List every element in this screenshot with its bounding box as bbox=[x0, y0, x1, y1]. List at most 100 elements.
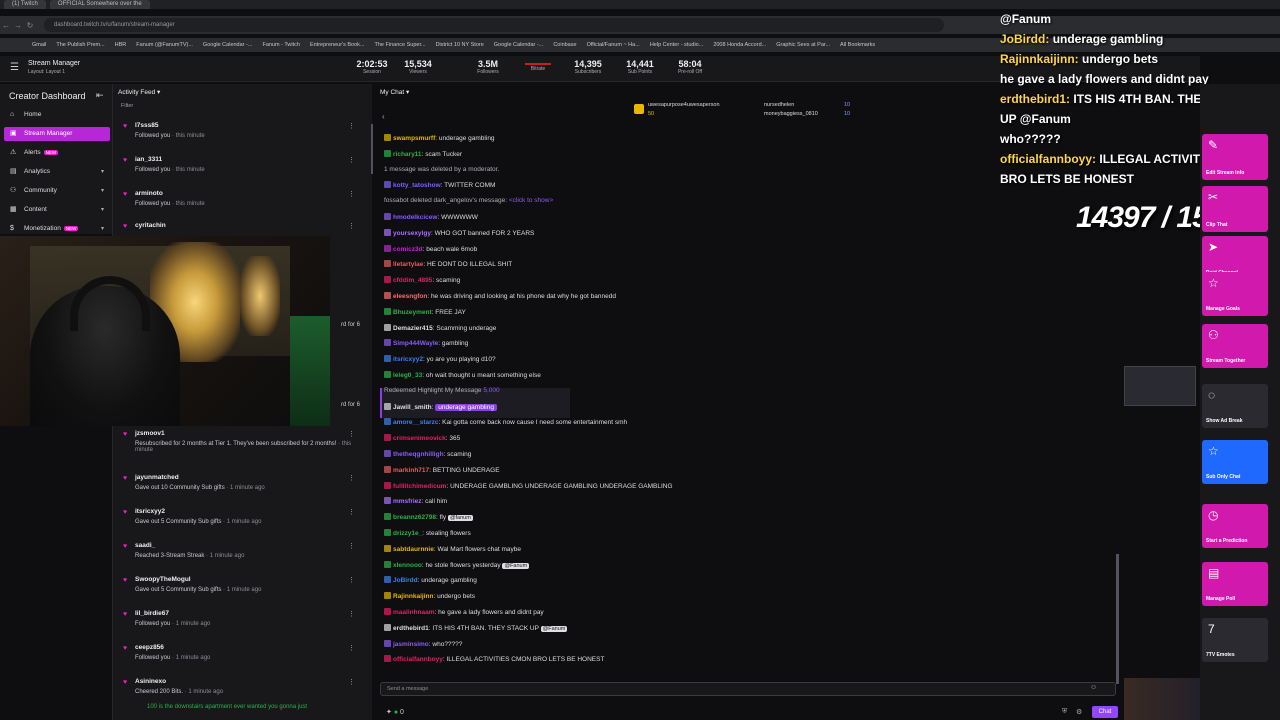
activity-feed-title[interactable]: Activity Feed ▾ bbox=[118, 88, 160, 96]
chat-username[interactable]: erdthebird1 bbox=[393, 625, 429, 632]
chat-username[interactable]: fulllitchimedicum bbox=[393, 483, 446, 490]
activity-user[interactable]: arminoto bbox=[135, 190, 163, 197]
activity-item[interactable]: ♥ arminoto Followed you · this minute ⋮ bbox=[113, 190, 371, 222]
activity-item[interactable]: ♥ lil_birdie67 Followed you · 1 minute ago… bbox=[113, 610, 371, 642]
back-icon[interactable]: ← bbox=[0, 21, 12, 30]
reload-icon[interactable]: ↻ bbox=[24, 21, 36, 30]
nav-item-alerts[interactable]: ⚠ Alerts NEW bbox=[4, 146, 110, 160]
chat-username[interactable]: jasminsimo bbox=[393, 641, 429, 648]
more-options-icon[interactable]: ⋮ bbox=[348, 122, 355, 130]
nav-item-community[interactable]: ⚇ Community ▾ bbox=[4, 184, 110, 198]
chat-title[interactable]: My Chat ▾ bbox=[380, 88, 409, 96]
chat-username[interactable]: leleg0_33 bbox=[393, 372, 422, 379]
more-options-icon[interactable]: ⋮ bbox=[348, 610, 355, 618]
bookmark-item[interactable]: District 10 NY Store bbox=[436, 42, 484, 48]
activity-user[interactable]: ceepz856 bbox=[135, 644, 164, 651]
bookmark-item[interactable]: All Bookmarks bbox=[840, 42, 875, 48]
activity-user[interactable]: Asininexo bbox=[135, 678, 166, 685]
chat-scrollbar[interactable] bbox=[1116, 554, 1119, 684]
activity-user[interactable]: jzsmoov1 bbox=[135, 430, 165, 437]
chat-username[interactable]: crimsenimeovick bbox=[393, 435, 446, 442]
activity-item[interactable]: ♥ ian_3311 Followed you · this minute ⋮ bbox=[113, 156, 371, 188]
activity-user[interactable]: itsricxyy2 bbox=[135, 508, 165, 515]
activity-user[interactable]: SwoopyTheMogul bbox=[135, 576, 191, 583]
activity-item[interactable]: ♥ SwoopyTheMogul Gave out 5 Community Sub … bbox=[113, 576, 371, 608]
chat-username[interactable]: swampsmurff bbox=[393, 135, 435, 142]
activity-user[interactable]: cyritachin bbox=[135, 222, 166, 229]
bookmark-item[interactable]: Entrepreneur's Book... bbox=[310, 42, 365, 48]
chat-username[interactable]: markinh717 bbox=[393, 467, 429, 474]
quick-action-show-ad-break[interactable]: ◌ Show Ad Break bbox=[1202, 384, 1268, 428]
chat-username[interactable]: JoBirdd bbox=[393, 577, 418, 584]
activity-item[interactable]: ♥ jzsmoov1 Resubscribed for 2 months at Ti… bbox=[113, 430, 371, 462]
menu-icon[interactable]: ☰ bbox=[10, 62, 19, 73]
bookmark-item[interactable]: The Finance Super... bbox=[375, 42, 426, 48]
bookmark-item[interactable]: 2008 Honda Accord... bbox=[713, 42, 766, 48]
settings-icon[interactable]: ⚙ bbox=[1076, 708, 1082, 716]
more-options-icon[interactable]: ⋮ bbox=[348, 576, 355, 584]
more-options-icon[interactable]: ⋮ bbox=[348, 430, 355, 438]
bookmark-item[interactable]: Coinbase bbox=[553, 42, 576, 48]
chat-username[interactable]: drizzy1e_ bbox=[393, 530, 422, 537]
quick-action-manage-goals[interactable]: ☆ Manage Goals bbox=[1202, 272, 1268, 316]
more-options-icon[interactable]: ⋮ bbox=[348, 508, 355, 516]
quick-action-clip-that[interactable]: ✂ Clip That bbox=[1202, 186, 1268, 232]
quick-action-sub-only-chat[interactable]: ☆ Sub Only Chat bbox=[1202, 440, 1268, 484]
bookmark-item[interactable]: Gmail bbox=[32, 42, 46, 48]
bookmark-item[interactable]: Official/Fanum ~ Ha... bbox=[587, 42, 640, 48]
more-options-icon[interactable]: ⋮ bbox=[348, 190, 355, 198]
chat-username[interactable]: Simp444Wayle bbox=[393, 340, 438, 347]
chat-username[interactable]: xlennooo bbox=[393, 562, 422, 569]
chat-username[interactable]: Bhuzeyment bbox=[393, 309, 432, 316]
chat-username[interactable]: comicz3d bbox=[393, 246, 423, 253]
bookmark-item[interactable]: Google Calendar -... bbox=[494, 42, 544, 48]
chat-username[interactable]: kotty_tatoshow bbox=[393, 182, 441, 189]
stream-preview-thumbnail[interactable] bbox=[1124, 366, 1196, 406]
chat-username[interactable]: breannz62798 bbox=[393, 514, 436, 521]
chat-username[interactable]: mmsfriez bbox=[393, 498, 422, 505]
quick-action-7tv-emotes[interactable]: 7 7TV Emotes bbox=[1202, 618, 1268, 662]
bookmark-item[interactable]: Graphic Sees at Par... bbox=[776, 42, 830, 48]
nav-item-analytics[interactable]: ▤ Analytics ▾ bbox=[4, 165, 110, 179]
chat-username[interactable]: officialfannboyy bbox=[393, 656, 443, 663]
activity-user[interactable]: lil_birdie67 bbox=[135, 610, 169, 617]
chat-username[interactable]: maalinhnaam bbox=[393, 609, 435, 616]
activity-item[interactable]: ♥ l7sss85 Followed you · this minute ⋮ bbox=[113, 122, 371, 154]
chevron-left-icon[interactable]: ‹ bbox=[382, 112, 385, 121]
click-to-show-link[interactable]: <click to show> bbox=[509, 197, 553, 204]
more-options-icon[interactable]: ⋮ bbox=[348, 644, 355, 652]
activity-item[interactable]: ♥ itsricxyy2 Gave out 5 Community Sub gift… bbox=[113, 508, 371, 540]
nav-item-monetization[interactable]: $ Monetization NEW ▾ bbox=[4, 222, 110, 236]
bookmark-item[interactable]: Help Center - studio... bbox=[650, 42, 704, 48]
activity-user[interactable]: jayunmatched bbox=[135, 474, 179, 481]
chat-username[interactable]: richary11 bbox=[393, 151, 422, 158]
quick-action-start-a-prediction[interactable]: ◷ Start a Prediction bbox=[1202, 504, 1268, 548]
quick-action-edit-stream-info[interactable]: ✎ Edit Stream Info bbox=[1202, 134, 1268, 180]
chat-send-button[interactable]: Chat bbox=[1092, 706, 1118, 718]
more-options-icon[interactable]: ⋮ bbox=[348, 542, 355, 550]
bookmark-item[interactable]: HBR bbox=[115, 42, 127, 48]
activity-user[interactable]: l7sss85 bbox=[135, 122, 159, 129]
forward-icon[interactable]: → bbox=[12, 21, 24, 30]
bookmark-item[interactable]: Fanum (@FanumTV)... bbox=[136, 42, 193, 48]
bookmark-item[interactable]: The Publish Prem... bbox=[56, 42, 104, 48]
nav-item-stream-manager[interactable]: ▣ Stream Manager bbox=[4, 127, 110, 141]
click-to-show-link[interactable]: 5,000 bbox=[483, 387, 499, 394]
activity-scrollbar[interactable] bbox=[371, 124, 373, 174]
chat-username[interactable]: lletartylae bbox=[393, 261, 423, 268]
chat-username[interactable]: Rajinnkaijinn bbox=[393, 593, 433, 600]
chat-username[interactable]: Demazier415 bbox=[393, 325, 433, 332]
activity-user[interactable]: ian_3311 bbox=[135, 156, 162, 163]
page-title[interactable]: Stream Manager bbox=[28, 60, 80, 67]
chat-username[interactable]: cfddim_4895 bbox=[393, 277, 432, 284]
more-options-icon[interactable]: ⋮ bbox=[348, 222, 355, 230]
chat-username[interactable]: thetheqgnhilligh bbox=[393, 451, 444, 458]
more-options-icon[interactable]: ⋮ bbox=[348, 156, 355, 164]
chat-input[interactable]: Send a message bbox=[380, 682, 1116, 696]
activity-filter[interactable]: Filter bbox=[121, 103, 133, 109]
shield-icon[interactable]: ⛨ bbox=[1062, 708, 1067, 716]
nav-item-home[interactable]: ⌂ Home bbox=[4, 108, 110, 122]
browser-tab-video[interactable]: OFFICIAL Somewhere over the bbox=[49, 0, 150, 9]
activity-item[interactable]: ♥ jayunmatched Gave out 10 Community Sub g… bbox=[113, 474, 371, 506]
channel-points-icon[interactable]: ✦ ● 0 bbox=[386, 708, 404, 716]
